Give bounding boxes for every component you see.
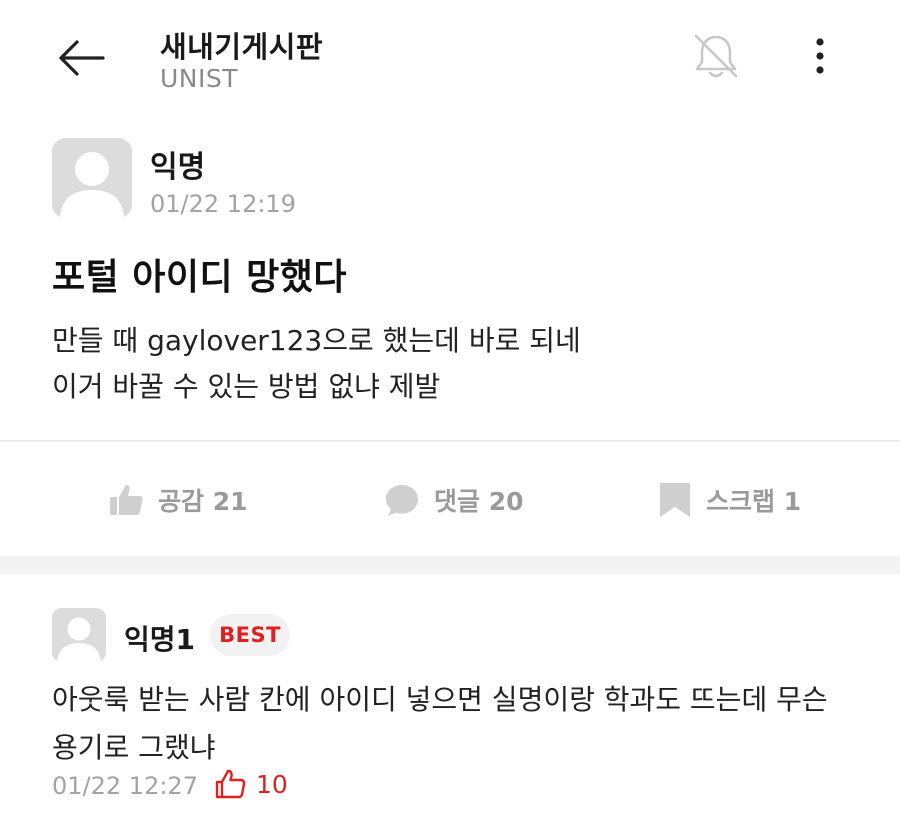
like-count-label: 공감 21 xyxy=(158,487,248,516)
author-avatar xyxy=(52,138,132,218)
post-timestamp: 01/22 12:19 xyxy=(150,190,296,218)
board-title: 새내기게시판 xyxy=(160,30,324,64)
more-options-button[interactable] xyxy=(800,30,840,82)
post-title: 포털 아이디 망했다 xyxy=(52,257,348,298)
comment-count-label: 댓글 20 xyxy=(434,487,524,516)
best-badge: BEST xyxy=(210,614,290,656)
comment-body-line: 용기로 그랬냐 xyxy=(52,731,216,764)
thumbs-up-outline-icon xyxy=(215,769,246,799)
comment-timestamp: 01/22 12:27 xyxy=(52,772,198,800)
comment-icon xyxy=(386,485,418,516)
back-button[interactable] xyxy=(52,34,108,82)
post-action-bar: 공감 21 댓글 20 스크랩 1 xyxy=(0,442,900,556)
commenter-avatar xyxy=(52,608,106,662)
comment-button[interactable]: 댓글 20 xyxy=(384,478,524,522)
top-app-bar: 새내기게시판 UNIST xyxy=(0,0,900,110)
comment-like-button[interactable]: 10 xyxy=(214,768,288,800)
comment-author-name: 익명1 xyxy=(124,623,196,656)
default-avatar-icon xyxy=(52,608,106,662)
notification-toggle-button[interactable] xyxy=(686,28,746,84)
comment-body: 아웃룩 받는 사람 칸에 아이디 넣으면 실명이랑 학과도 뜨는데 무슨 용기로… xyxy=(52,676,828,772)
like-button[interactable]: 공감 21 xyxy=(108,478,248,522)
section-separator xyxy=(0,556,900,574)
comment-like-count: 10 xyxy=(256,769,288,799)
thumbs-up-icon xyxy=(110,485,143,515)
scrap-button[interactable]: 스크랩 1 xyxy=(658,478,801,522)
bookmark-icon xyxy=(660,483,690,517)
post-body: 만들 때 gaylover123으로 했는데 바로 되네 이거 바꿀 수 있는 … xyxy=(52,318,581,410)
more-vertical-icon xyxy=(816,38,824,74)
bell-off-icon xyxy=(694,34,738,78)
post-body-line: 이거 바꿀 수 있는 방법 없냐 제발 xyxy=(52,370,441,403)
post-body-line: 만들 때 gaylover123으로 했는데 바로 되네 xyxy=(52,324,581,357)
comment-body-line: 아웃룩 받는 사람 칸에 아이디 넣으면 실명이랑 학과도 뜨는데 무슨 xyxy=(52,683,828,716)
default-avatar-icon xyxy=(52,138,132,218)
scrap-count-label: 스크랩 1 xyxy=(706,487,802,516)
arrow-left-icon xyxy=(59,40,105,76)
board-subtitle: UNIST xyxy=(160,64,239,93)
post-author-name: 익명 xyxy=(150,150,206,185)
